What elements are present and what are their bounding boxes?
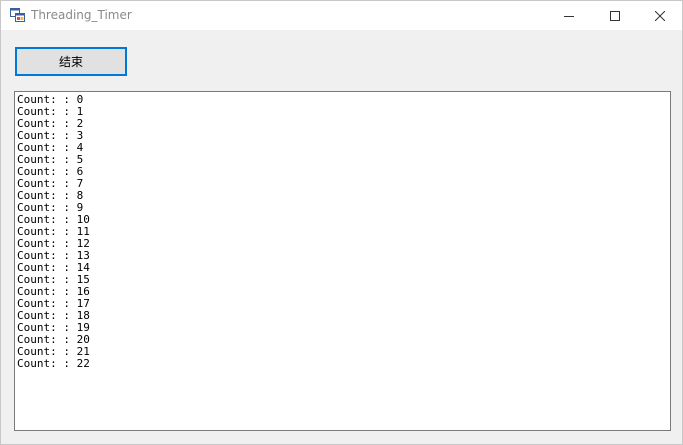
close-icon bbox=[655, 10, 665, 21]
window-title: Threading_Timer bbox=[31, 8, 132, 22]
log-line: Count: : 16 bbox=[17, 285, 90, 298]
minimize-button[interactable] bbox=[546, 1, 592, 30]
app-window: Threading_Timer 结束 Count: : 0 Count: : 1C… bbox=[0, 0, 683, 445]
log-line: Count: : 5 bbox=[17, 153, 84, 166]
log-line: Count: : 13 bbox=[17, 249, 90, 262]
log-line: Count: : 6 bbox=[17, 165, 84, 178]
client-area: 结束 Count: : 0 Count: : 1 Count: : 2 Count: … bbox=[1, 30, 682, 444]
log-line: Count: : 9 bbox=[17, 201, 84, 214]
winforms-app-icon bbox=[10, 8, 25, 22]
title-bar[interactable]: Threading_Timer bbox=[1, 1, 682, 30]
log-line: Count: : 19 bbox=[17, 321, 90, 334]
log-line: Count: : 4 bbox=[17, 141, 84, 154]
log-line: Count: : 2 bbox=[17, 117, 84, 130]
log-line: Count: : 8 bbox=[17, 189, 84, 202]
close-button[interactable] bbox=[637, 1, 682, 30]
log-line: Count: : 21 bbox=[17, 345, 90, 358]
minimize-icon bbox=[564, 15, 574, 17]
maximize-button[interactable] bbox=[592, 1, 638, 30]
log-line: Count: : 12 bbox=[17, 237, 90, 250]
log-line: Count: : 10 bbox=[17, 213, 90, 226]
log-line: Count: : 11 bbox=[17, 225, 90, 238]
log-line: Count: : 18 bbox=[17, 309, 90, 322]
log-line: Count: : 14 bbox=[17, 261, 90, 274]
log-line: Count: : 7 bbox=[17, 177, 84, 190]
end-button[interactable]: 结束 bbox=[15, 47, 127, 76]
maximize-icon bbox=[610, 10, 620, 21]
log-textbox[interactable]: Count: : 0 Count: : 1 Count: : 2 Count: : 3… bbox=[14, 91, 671, 431]
log-line: Count: : 17 bbox=[17, 297, 90, 310]
log-line: Count: : 0 bbox=[17, 93, 84, 106]
log-line: Count: : 3 bbox=[17, 129, 84, 142]
log-line: Count: : 22 bbox=[17, 357, 90, 370]
log-line: Count: : 20 bbox=[17, 333, 90, 346]
log-line: Count: : 15 bbox=[17, 273, 90, 286]
log-line: Count: : 1 bbox=[17, 105, 84, 118]
